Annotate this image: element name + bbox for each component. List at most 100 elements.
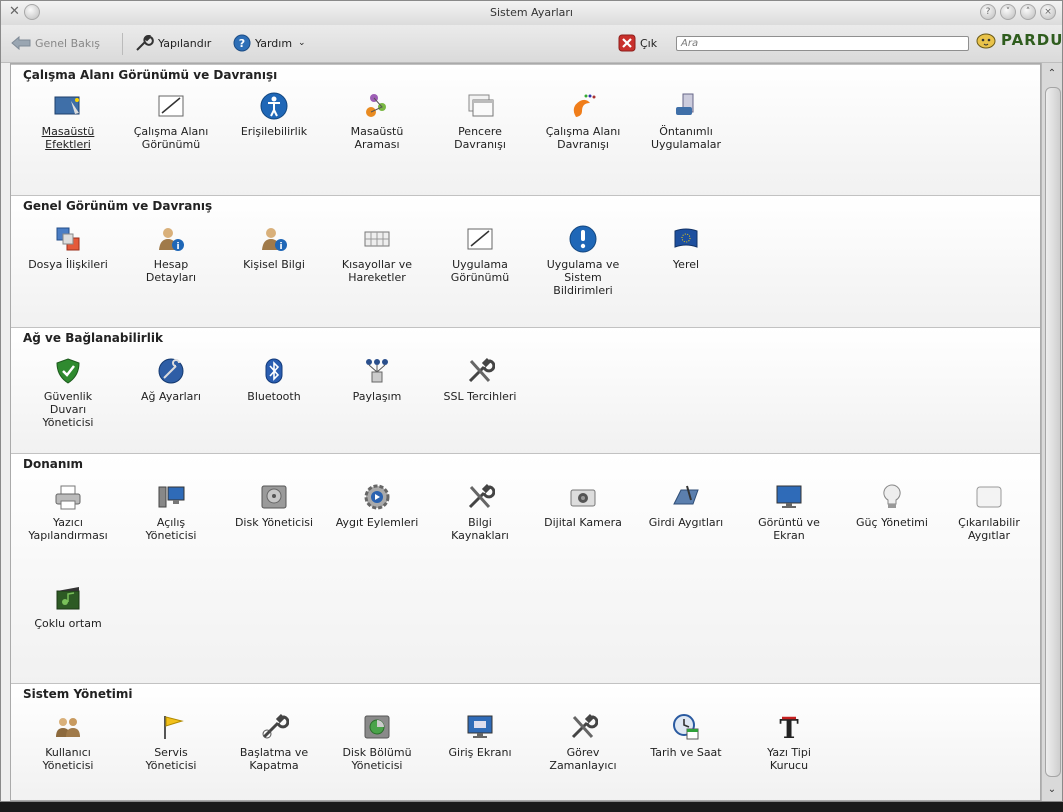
wrench-icon <box>136 34 154 51</box>
item-multimedia[interactable]: Çoklu ortam <box>18 583 118 630</box>
item-label: Aygıt Eylemleri <box>335 516 419 529</box>
item-device-actions[interactable]: Aygıt Eylemleri <box>327 482 427 529</box>
item-shortcuts[interactable]: Kısayollar ve Hareketler <box>327 224 427 284</box>
section-general-appearance: Genel Görünüm ve Davranış Dosya İlişkile… <box>11 195 1040 328</box>
network-settings-icon <box>158 358 184 384</box>
pardus-logo: PARDUS <box>975 31 1063 49</box>
item-printer[interactable]: Yazıcı Yapılandırması <box>18 482 118 542</box>
item-partition-manager[interactable]: Disk Bölümü Yöneticisi <box>327 712 427 772</box>
item-display[interactable]: Görüntü ve Ekran <box>739 482 839 542</box>
user-manager-icon <box>56 718 80 737</box>
item-file-associations[interactable]: Dosya İlişkileri <box>18 224 118 271</box>
item-input-devices[interactable]: Girdi Aygıtları <box>636 482 736 529</box>
item-desktop-effects[interactable]: Masaüstü Efektleri <box>18 91 118 151</box>
item-application-appearance[interactable]: Uygulama Görünümü <box>430 224 530 284</box>
accessibility-icon <box>260 92 288 120</box>
help-window-button[interactable]: ? <box>980 4 996 20</box>
item-firewall[interactable]: Güvenlik Duvarı Yöneticisi <box>18 356 118 429</box>
item-label: Başlatma ve Kapatma <box>239 746 309 772</box>
maximize-button[interactable]: ˄ <box>1020 4 1036 20</box>
default-applications-icon <box>676 93 694 115</box>
search-input[interactable]: Ara <box>676 36 969 51</box>
item-label: Erişilebilirlik <box>240 125 308 138</box>
item-font-installer[interactable]: T Yazı Tipi Kurucu <box>739 712 839 772</box>
svg-text:i: i <box>176 242 179 252</box>
multimedia-icon <box>56 587 80 610</box>
item-disk-manager[interactable]: Disk Yöneticisi <box>224 482 324 529</box>
device-actions-icon <box>364 484 390 510</box>
item-label: Bilgi Kaynakları <box>451 516 509 542</box>
leopard-icon <box>976 33 996 49</box>
personal-info-icon: i <box>262 228 287 252</box>
scroll-up-icon[interactable]: ⌃ <box>1045 67 1059 81</box>
item-locale[interactable]: Yerel <box>636 224 736 271</box>
configure-button[interactable]: Yapılandır <box>134 33 211 53</box>
item-bluetooth[interactable]: Bluetooth <box>224 356 324 403</box>
item-boot-manager[interactable]: Açılış Yöneticisi <box>121 482 221 542</box>
item-label: Uygulama ve Sistem Bildirimleri <box>546 258 620 297</box>
partition-manager-icon <box>364 715 390 739</box>
item-label: Pencere Davranışı <box>454 125 506 151</box>
item-label: Yazıcı Yapılandırması <box>28 516 108 542</box>
item-label: Bluetooth <box>247 390 301 403</box>
item-account-details[interactable]: i Hesap Detayları <box>121 224 221 284</box>
item-label: Öntanımlı Uygulamalar <box>650 125 722 151</box>
item-task-scheduler[interactable]: Görev Zamanlayıcı <box>533 712 633 772</box>
account-details-icon: i <box>159 228 184 252</box>
section-title: Ağ ve Bağlanabilirlik <box>23 331 163 345</box>
overview-button[interactable]: Genel Bakış <box>11 33 100 53</box>
date-time-icon <box>673 714 699 740</box>
item-label: Tarih ve Saat <box>650 746 722 759</box>
item-personal-info[interactable]: i Kişisel Bilgi <box>224 224 324 271</box>
section-network: Ağ ve Bağlanabilirlik Güvenlik Duvarı Yö… <box>11 327 1040 454</box>
window-behavior-icon <box>468 94 494 117</box>
close-window-button[interactable]: × <box>1040 4 1056 20</box>
item-label: Kişisel Bilgi <box>243 258 305 271</box>
item-date-time[interactable]: Tarih ve Saat <box>636 712 736 759</box>
shortcuts-icon <box>364 231 390 247</box>
section-title: Sistem Yönetimi <box>23 687 133 701</box>
quit-label: Çık <box>640 36 658 50</box>
scroll-thumb[interactable] <box>1045 87 1061 777</box>
power-management-icon <box>883 484 901 508</box>
item-ssl-preferences[interactable]: SSL Tercihleri <box>430 356 530 403</box>
item-label: Görev Zamanlayıcı <box>549 746 617 772</box>
section-hardware: Donanım Yazıcı Yapılandırması Açılış Yön… <box>11 453 1040 684</box>
item-network-settings[interactable]: Ağ Ayarları <box>121 356 221 403</box>
quit-button[interactable]: Çık <box>618 33 657 53</box>
minimize-button[interactable]: ˅ <box>1000 4 1016 20</box>
help-button[interactable]: ? Yardım ⌄ <box>233 33 306 53</box>
item-label: Uygulama Görünümü <box>450 258 510 284</box>
item-desktop-search[interactable]: Masaüstü Araması <box>327 91 427 151</box>
item-workspace-appearance[interactable]: Çalışma Alanı Görünümü <box>121 91 221 151</box>
item-default-applications[interactable]: Öntanımlı Uygulamalar <box>636 91 736 151</box>
item-accessibility[interactable]: Erişilebilirlik <box>224 91 324 138</box>
item-label: Çalışma Alanı Görünümü <box>133 125 209 151</box>
item-info-sources[interactable]: Bilgi Kaynakları <box>430 482 530 542</box>
info-sources-icon <box>468 483 495 509</box>
item-label: Ağ Ayarları <box>141 390 201 403</box>
svg-text:?: ? <box>239 37 245 50</box>
item-workspace-behavior[interactable]: Çalışma Alanı Davranışı <box>533 91 633 151</box>
quit-icon <box>618 34 636 52</box>
vertical-scrollbar[interactable]: ⌃ ⌄ <box>1041 63 1062 801</box>
scroll-down-icon[interactable]: ⌄ <box>1045 783 1059 797</box>
title-bar[interactable]: ✕ Sistem Ayarları ? ˅ ˄ × <box>1 1 1062 26</box>
configure-label: Yapılandır <box>158 36 212 50</box>
item-login-screen[interactable]: Giriş Ekranı <box>430 712 530 759</box>
logo-text: PARDUS <box>1001 31 1063 49</box>
help-label: Yardım <box>255 36 293 50</box>
item-label: Güvenlik Duvarı Yöneticisi <box>42 390 94 429</box>
item-startup-shutdown[interactable]: Başlatma ve Kapatma <box>224 712 324 772</box>
item-notifications[interactable]: Uygulama ve Sistem Bildirimleri <box>533 224 633 297</box>
item-service-manager[interactable]: Servis Yöneticisi <box>121 712 221 772</box>
section-workspace: Çalışma Alanı Görünümü ve Davranışı Masa… <box>11 64 1040 196</box>
item-power-management[interactable]: Güç Yönetimi <box>842 482 942 529</box>
item-digital-camera[interactable]: Dijital Kamera <box>533 482 633 529</box>
item-removable-devices[interactable]: Çıkarılabilir Aygıtlar <box>939 482 1039 542</box>
item-window-behavior[interactable]: Pencere Davranışı <box>430 91 530 151</box>
item-user-manager[interactable]: Kullanıcı Yöneticisi <box>18 712 118 772</box>
item-sharing[interactable]: Paylaşım <box>327 356 427 403</box>
system-settings-window: ✕ Sistem Ayarları ? ˅ ˄ × Genel Bakış Ya… <box>0 0 1063 802</box>
item-label: Paylaşım <box>352 390 402 403</box>
